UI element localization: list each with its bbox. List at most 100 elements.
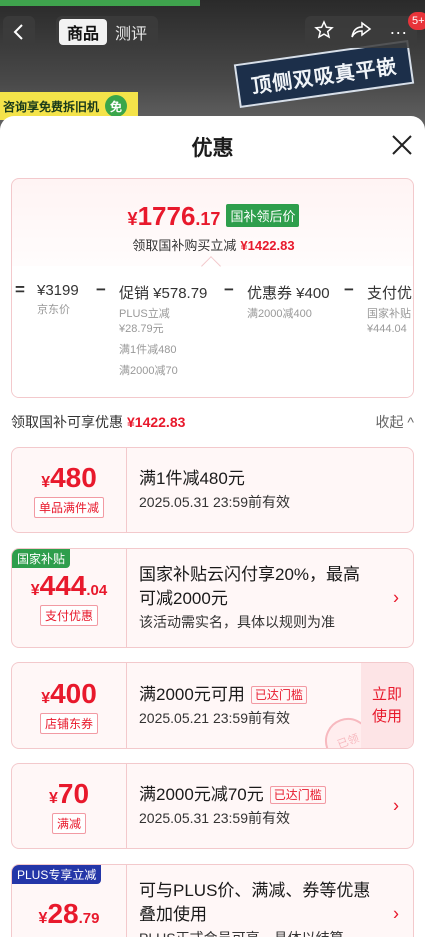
- bg-green-strip: [0, 0, 200, 6]
- card-currency: ¥: [30, 582, 40, 599]
- card-title-text: 满2000元减70元: [139, 785, 264, 804]
- card-title: 满2000元减70元 已达门槛: [139, 783, 326, 807]
- bg-product-sign: 顶侧双吸真平嵌: [233, 39, 415, 109]
- price-summary: ¥ 1776 .17 国补领后价 领取国补购买立减 ¥1422.83 = ¥319…: [11, 178, 414, 398]
- breakdown-main: ¥3199: [37, 282, 79, 299]
- chevron-left-icon: [13, 24, 23, 40]
- card-info: 满2000元可用 已达门槛 2025.05.21 23:59前有效: [139, 663, 307, 748]
- card-info: 可与PLUS价、满减、券等优惠 叠加使用 PLUS正式会员可享，具体以结算: [139, 865, 370, 937]
- discount-card[interactable]: ¥70 满减 满2000元减70元 已达门槛 2025.05.31 23:59前有…: [11, 763, 414, 849]
- op-minus: −: [96, 280, 106, 299]
- card-currency: ¥: [38, 910, 48, 927]
- card-title: 满1件减480元: [139, 469, 245, 488]
- breakdown-sub-line: PLUS立减: [119, 308, 170, 320]
- card-amount: 480: [50, 462, 97, 493]
- card-currency: ¥: [41, 474, 51, 491]
- card-validity: 2025.05.31 23:59前有效: [139, 494, 290, 510]
- card-amount: 400: [50, 677, 97, 709]
- card-value: ¥28.79: [12, 865, 126, 937]
- final-price-dec: .17: [195, 209, 221, 229]
- chevron-right-icon[interactable]: ›: [393, 904, 399, 925]
- use-now-button[interactable]: 立即使用: [361, 663, 413, 748]
- summary-sub-text: 领取国补购买立减: [132, 238, 237, 253]
- tab-product[interactable]: 商品: [59, 19, 108, 45]
- section-title: 领取国补可享优惠 ¥1422.83: [11, 412, 185, 432]
- tab-review[interactable]: 测评: [107, 19, 155, 45]
- card-info: 满2000元减70元 已达门槛 2025.05.31 23:59前有效: [139, 764, 326, 848]
- breakdown-sub-line: 满1件减480: [119, 344, 177, 356]
- card-value: ¥444.04 支付优惠: [12, 549, 126, 647]
- sheet-title: 优惠: [191, 137, 234, 160]
- breakdown-sub: PLUS立减 ¥28.79元 满1件减480 满2000减70: [119, 307, 207, 379]
- card-title-line2: 叠加使用: [139, 905, 207, 924]
- card-amount: 28: [47, 898, 79, 929]
- sheet-header: 优惠: [0, 116, 425, 178]
- card-note: 该活动需实名，具体以规则为准: [139, 614, 335, 630]
- section-header: 领取国补可享优惠 ¥1422.83 收起 ^: [11, 412, 414, 432]
- currency-symbol: ¥: [127, 209, 138, 229]
- card-title-line2: 可减2000元: [139, 589, 228, 608]
- breakdown-sub: 京东价: [37, 304, 70, 316]
- card-amount: 444: [39, 570, 87, 601]
- breakdown-payment: 支付优惠 国家补贴 ¥444.04: [367, 282, 413, 337]
- message-badge: 5+: [408, 12, 425, 30]
- card-divider: [126, 663, 127, 748]
- close-icon[interactable]: [389, 132, 415, 158]
- card-amount: 70: [57, 778, 90, 809]
- card-value: ¥480 单品满件减: [12, 448, 126, 532]
- card-type-pill: 支付优惠: [39, 605, 98, 626]
- card-type-pill: 满减: [51, 813, 86, 834]
- threshold-badge: 已达门槛: [250, 685, 307, 704]
- star-icon[interactable]: [309, 19, 339, 45]
- discount-card: ¥480 单品满件减 满1件减480元 2025.05.31 23:59前有效: [11, 447, 414, 533]
- breakdown-list-price: ¥3199 京东价: [37, 282, 79, 318]
- section-title-text: 领取国补可享优惠: [11, 414, 123, 430]
- breakdown-main: 支付优惠: [367, 285, 413, 302]
- chevron-right-icon[interactable]: ›: [393, 796, 399, 817]
- card-divider: [126, 764, 127, 848]
- back-button[interactable]: [3, 16, 35, 48]
- card-type-pill: 单品满件减: [33, 497, 104, 518]
- final-price-int: 1776: [137, 201, 196, 231]
- discount-card[interactable]: 国家补贴 ¥444.04 支付优惠 国家补贴云闪付享20%，最高 可减2000元…: [11, 548, 414, 648]
- breakdown-sub-line: ¥444.04: [367, 323, 407, 335]
- breakdown-sub-line: 国家补贴: [367, 308, 411, 320]
- price-tag: 国补领后价: [226, 204, 300, 227]
- breakdown-sub: 国家补贴 ¥444.04: [367, 307, 413, 337]
- top-tabs: 商品 测评: [56, 16, 159, 48]
- card-validity: 2025.05.21 23:59前有效: [139, 709, 290, 726]
- card-divider: [126, 448, 127, 532]
- bg-banner-badge: 免: [105, 95, 128, 117]
- collapse-button[interactable]: 收起 ^: [376, 412, 414, 432]
- card-divider: [126, 865, 127, 937]
- card-info: 满1件减480元 2025.05.31 23:59前有效: [139, 448, 290, 532]
- threshold-badge: 已达门槛: [269, 786, 326, 804]
- share-icon[interactable]: [346, 20, 376, 45]
- bg-banner-text: 咨询享免费拆旧机: [3, 99, 100, 114]
- card-validity: 2025.05.31 23:59前有效: [139, 810, 290, 826]
- card-amount-dec: .04: [86, 582, 108, 599]
- top-actions: ···: [305, 16, 417, 48]
- card-currency: ¥: [48, 790, 58, 807]
- card-title: 可与PLUS价、满减、券等优惠: [139, 881, 371, 900]
- card-currency: ¥: [41, 689, 51, 707]
- card-title: 国家补贴云闪付享20%，最高: [139, 565, 361, 584]
- op-equals: =: [15, 280, 25, 299]
- final-price-row: ¥ 1776 .17 国补领后价: [12, 201, 413, 232]
- section-amount: ¥1422.83: [127, 414, 186, 430]
- card-note: PLUS正式会员可享，具体以结算: [139, 927, 370, 937]
- op-minus: −: [224, 280, 234, 299]
- card-amount-dec: .79: [78, 910, 100, 927]
- coupon-card: ¥400 店铺东券 满2000元可用 已达门槛 2025.05.21 23:59前…: [11, 662, 414, 749]
- breakdown-sub-line: ¥28.79元: [119, 323, 164, 335]
- plus-discount-card[interactable]: PLUS专享立减 ¥28.79 可与PLUS价、满减、券等优惠 叠加使用 PLU…: [11, 864, 414, 937]
- breakdown-main: 优惠券 ¥400: [247, 285, 330, 302]
- summary-subtitle: 领取国补购买立减 ¥1422.83: [12, 235, 413, 254]
- discount-sheet: 优惠 ¥ 1776 .17 国补领后价 领取国补购买立减 ¥1422.83 = ¥…: [0, 116, 425, 937]
- card-value: ¥70 满减: [12, 764, 126, 848]
- card-type-pill: 店铺东券: [39, 712, 98, 734]
- breakdown-sub: 满2000减400: [247, 308, 312, 320]
- chevron-right-icon[interactable]: ›: [393, 588, 399, 609]
- summary-sub-amount: ¥1422.83: [240, 238, 295, 253]
- price-breakdown: = ¥3199 京东价 − 促销 ¥578.79 PLUS立减 ¥28.79元 …: [12, 266, 413, 397]
